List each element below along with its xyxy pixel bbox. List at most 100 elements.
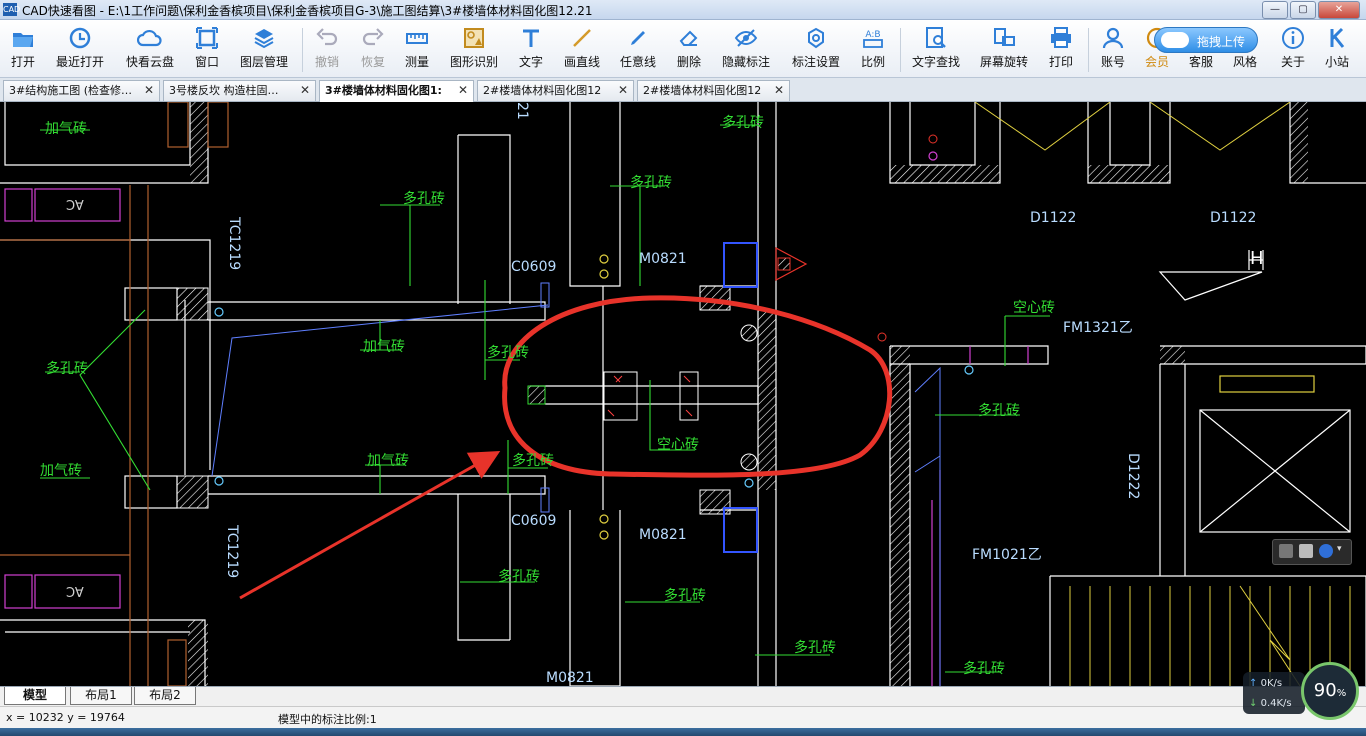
- label-porous-brick: 多孔砖: [794, 640, 836, 656]
- text-button[interactable]: 文字: [514, 23, 548, 75]
- text-search-icon: [926, 27, 946, 48]
- doc-tab[interactable]: 2#楼墙体材料固化图12 ✕: [477, 80, 634, 101]
- about-button[interactable]: 关于: [1276, 23, 1310, 75]
- label-porous-brick: 多孔砖: [978, 403, 1020, 419]
- info-icon: [1282, 27, 1304, 49]
- scale-button[interactable]: A:B 比例: [856, 23, 890, 75]
- label-ac-unit: AC: [66, 196, 84, 211]
- close-tab-icon[interactable]: ✕: [774, 81, 784, 100]
- line-icon: [573, 29, 591, 47]
- layer-manager-button[interactable]: 图层管理: [236, 23, 292, 75]
- label-ac-unit: AC: [66, 583, 84, 598]
- maximize-button[interactable]: ▢: [1290, 1, 1316, 19]
- window-controls: — ▢ ✕: [1262, 1, 1360, 19]
- scale-ab-icon: A:B: [863, 30, 883, 48]
- coordinate-readout: x = 10232 y = 19764: [6, 711, 125, 724]
- window-menu-button[interactable]: 窗口: [190, 23, 224, 75]
- close-tab-icon[interactable]: ✕: [144, 81, 154, 100]
- floating-toolbar[interactable]: ▾: [1272, 539, 1352, 565]
- folder-open-icon: [13, 33, 33, 47]
- label-porous-brick: 多孔砖: [512, 453, 554, 469]
- toolbar-separator: [900, 28, 901, 72]
- doc-tab[interactable]: 3号楼反坎 构造柱固… ✕: [163, 80, 316, 101]
- label-door-m0821: M0821: [546, 670, 594, 686]
- undo-icon: [316, 28, 338, 46]
- account-button[interactable]: 账号: [1096, 23, 1130, 75]
- close-tab-icon[interactable]: ✕: [300, 81, 310, 100]
- network-speed-widget[interactable]: ↑ 0K/s ↓ 0.4K/s 90%: [1243, 662, 1363, 720]
- draw-line-button[interactable]: 画直线: [560, 23, 604, 75]
- doc-tab-active[interactable]: 3#楼墙体材料固化图1: ✕: [319, 80, 474, 102]
- label-h-mark: H: [1250, 248, 1264, 269]
- toolbar-separator: [302, 28, 303, 72]
- station-k-icon: [1330, 27, 1345, 48]
- document-tab-bar: 3#结构施工图 (检查修… ✕ 3号楼反坎 构造柱固… ✕ 3#楼墙体材料固化图1:…: [0, 78, 1366, 102]
- label-porous-brick: 多孔砖: [963, 661, 1005, 677]
- measure-button[interactable]: 测量: [400, 23, 434, 75]
- keyboard-icon[interactable]: [1299, 544, 1313, 558]
- hide-marks-button[interactable]: 隐藏标注: [718, 23, 774, 75]
- label-d1122: D1122: [1030, 210, 1077, 226]
- label-porous-brick: 多孔砖: [722, 115, 764, 131]
- label-window-tc1219: TC1219: [226, 217, 242, 271]
- clock-history-icon: [69, 27, 91, 49]
- label-porous-brick: 多孔砖: [403, 191, 445, 207]
- mark-settings-icon: [808, 27, 824, 49]
- svg-text:A:B: A:B: [865, 30, 880, 40]
- drag-upload-button[interactable]: 拖拽上传: [1154, 27, 1258, 53]
- title-bar: CAD CAD快速看图 - E:\1工作问题\保利金香槟项目\保利金香槟项目G-…: [0, 0, 1366, 20]
- close-tab-icon[interactable]: ✕: [458, 81, 468, 100]
- label-porous-brick: 多孔砖: [630, 175, 672, 191]
- tab-layout1[interactable]: 布局1: [70, 687, 132, 705]
- close-button[interactable]: ✕: [1318, 1, 1360, 19]
- pen-icon: [631, 31, 645, 45]
- help-icon[interactable]: [1319, 544, 1333, 558]
- recent-button[interactable]: 最近打开: [52, 23, 108, 75]
- doc-tab[interactable]: 3#结构施工图 (检查修… ✕: [3, 80, 160, 101]
- tab-layout2[interactable]: 布局2: [134, 687, 196, 705]
- label-porous-brick: 多孔砖: [498, 569, 540, 585]
- layout-tab-bar: 模型 布局1 布局2: [0, 686, 1366, 706]
- minimize-button[interactable]: —: [1262, 1, 1288, 19]
- text-t-icon: [523, 29, 539, 47]
- printer-icon: [1051, 27, 1071, 48]
- download-speed: ↓ 0.4K/s: [1249, 698, 1292, 709]
- mark-settings-button[interactable]: 标注设置: [788, 23, 844, 75]
- label-window-c0609: C0609: [511, 259, 557, 275]
- grip-icon: [1279, 544, 1293, 558]
- eye-hidden-icon: [734, 29, 758, 47]
- shape-recognize-button[interactable]: 图形识别: [446, 23, 502, 75]
- label-aerated-brick: 加气砖: [45, 121, 87, 137]
- ruler-icon: [406, 33, 428, 44]
- redo-button[interactable]: 恢复: [356, 23, 390, 75]
- chevron-down-icon[interactable]: ▾: [1337, 544, 1345, 558]
- rotate-screen-button[interactable]: 屏幕旋转: [976, 23, 1032, 75]
- memory-usage-gauge: 90%: [1301, 662, 1359, 720]
- label-d1122: D1122: [1210, 210, 1257, 226]
- label-aerated-brick: 加气砖: [363, 339, 405, 355]
- station-button[interactable]: 小站: [1320, 23, 1354, 75]
- tab-model[interactable]: 模型: [4, 687, 66, 705]
- cad-drawing-canvas[interactable]: 加气砖 多孔砖 多孔砖 多孔砖 多孔砖 加气砖 多孔砖 加气砖 加气砖 多孔砖 …: [0, 102, 1366, 686]
- free-line-button[interactable]: 任意线: [616, 23, 660, 75]
- label-porous-brick: 多孔砖: [664, 588, 706, 604]
- status-bar: x = 10232 y = 19764 模型中的标注比例:1: [0, 706, 1366, 728]
- upload-cloud-icon: [1161, 32, 1189, 48]
- undo-button[interactable]: 撤销: [310, 23, 344, 75]
- text-search-button[interactable]: 文字查找: [908, 23, 964, 75]
- eraser-icon: [679, 30, 698, 46]
- close-tab-icon[interactable]: ✕: [618, 81, 628, 100]
- label-window-c0609: C0609: [511, 513, 557, 529]
- cloud-icon: [137, 29, 162, 47]
- print-button[interactable]: 打印: [1044, 23, 1078, 75]
- label-porous-brick: 多孔砖: [46, 361, 88, 377]
- shape-recognize-icon: [464, 28, 484, 48]
- open-button[interactable]: 打开: [4, 23, 42, 75]
- label-porous-brick: 多孔砖: [487, 345, 529, 361]
- doc-tab[interactable]: 2#楼墙体材料固化图12 ✕: [637, 80, 790, 101]
- cloud-disk-button[interactable]: 快看云盘: [122, 23, 178, 75]
- delete-button[interactable]: 删除: [672, 23, 706, 75]
- layers-icon: [254, 29, 274, 49]
- label-aerated-brick: 加气砖: [40, 463, 82, 479]
- label-21: 21: [514, 102, 530, 120]
